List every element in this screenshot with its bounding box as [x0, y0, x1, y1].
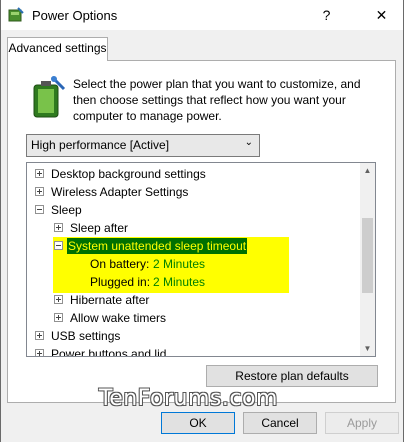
expand-plus-icon[interactable] — [54, 295, 63, 304]
tree-item-allow-wake-timers[interactable]: Allow wake timers — [27, 309, 357, 327]
expand-plus-icon[interactable] — [54, 313, 63, 322]
description-text: Select the power plan that you want to c… — [73, 77, 361, 123]
collapse-minus-icon[interactable] — [35, 205, 44, 214]
setting-on-battery[interactable]: On battery: 2 Minutes — [27, 255, 357, 273]
power-options-icon — [8, 7, 24, 23]
power-plan-value: High performance [Active] — [31, 138, 170, 152]
tree-item-label: USB settings — [51, 329, 121, 343]
battery-icon — [30, 75, 66, 119]
apply-button[interactable]: Apply — [325, 412, 399, 434]
tree-item-sleep-after[interactable]: Sleep after — [27, 219, 357, 237]
expand-plus-icon[interactable] — [54, 223, 63, 232]
tree-item-label: Hibernate after — [70, 293, 150, 307]
ok-button[interactable]: OK — [161, 412, 235, 434]
tree-item-label: Power buttons and lid — [51, 347, 167, 357]
setting-label: Plugged in: — [90, 275, 151, 289]
tree-item-sleep[interactable]: Sleep — [27, 201, 357, 219]
scroll-up-icon[interactable]: ▲ — [360, 163, 375, 178]
cancel-button[interactable]: Cancel — [243, 412, 317, 434]
selected-tree-item-label: System unattended sleep timeout — [67, 238, 248, 254]
close-button[interactable]: ✕ — [359, 0, 404, 30]
setting-plugged-in[interactable]: Plugged in: 2 Minutes — [27, 273, 357, 291]
tree-item-label: Sleep after — [70, 221, 129, 235]
tree-item-label: Allow wake timers — [70, 311, 167, 325]
collapse-minus-icon[interactable] — [54, 241, 63, 250]
tree-item-wireless-adapter[interactable]: Wireless Adapter Settings — [27, 183, 357, 201]
setting-value[interactable]: 2 Minutes — [153, 255, 205, 273]
restore-plan-defaults-button[interactable]: Restore plan defaults — [206, 365, 378, 387]
expand-plus-icon[interactable] — [35, 187, 44, 196]
settings-tree[interactable]: Desktop background settings Wireless Ada… — [26, 162, 376, 357]
vertical-scrollbar[interactable]: ▲ ▼ — [360, 163, 375, 356]
expand-plus-icon[interactable] — [35, 331, 44, 340]
tree-item-label: Wireless Adapter Settings — [51, 185, 189, 199]
tree-item-label: Sleep — [51, 203, 82, 217]
expand-plus-icon[interactable] — [35, 169, 44, 178]
tree-item-usb-settings[interactable]: USB settings — [27, 327, 357, 345]
tree-item-desktop-background[interactable]: Desktop background settings — [27, 165, 357, 183]
tree-item-system-unattended-sleep-timeout[interactable]: System unattended sleep timeout — [27, 237, 357, 255]
tab-advanced-settings[interactable]: Advanced settings — [7, 37, 108, 61]
setting-value[interactable]: 2 Minutes — [153, 273, 205, 291]
tree-item-power-buttons-and-lid[interactable]: Power buttons and lid — [27, 345, 357, 357]
setting-label: On battery: — [90, 257, 150, 271]
help-button[interactable]: ? — [304, 0, 349, 30]
power-plan-select[interactable]: High performance [Active] ⌄ — [26, 134, 260, 157]
watermark-text: TenForums.com — [99, 386, 278, 411]
expand-plus-icon[interactable] — [35, 349, 44, 356]
scroll-thumb[interactable] — [362, 218, 373, 293]
scroll-down-icon[interactable]: ▼ — [360, 341, 375, 356]
tree-item-label: Desktop background settings — [51, 167, 206, 181]
window-title: Power Options — [32, 8, 118, 23]
tree-item-hibernate-after[interactable]: Hibernate after — [27, 291, 357, 309]
window-border-left — [0, 0, 1, 442]
title-bar: Power Options ? ✕ — [0, 0, 404, 30]
chevron-down-icon: ⌄ — [244, 137, 253, 148]
